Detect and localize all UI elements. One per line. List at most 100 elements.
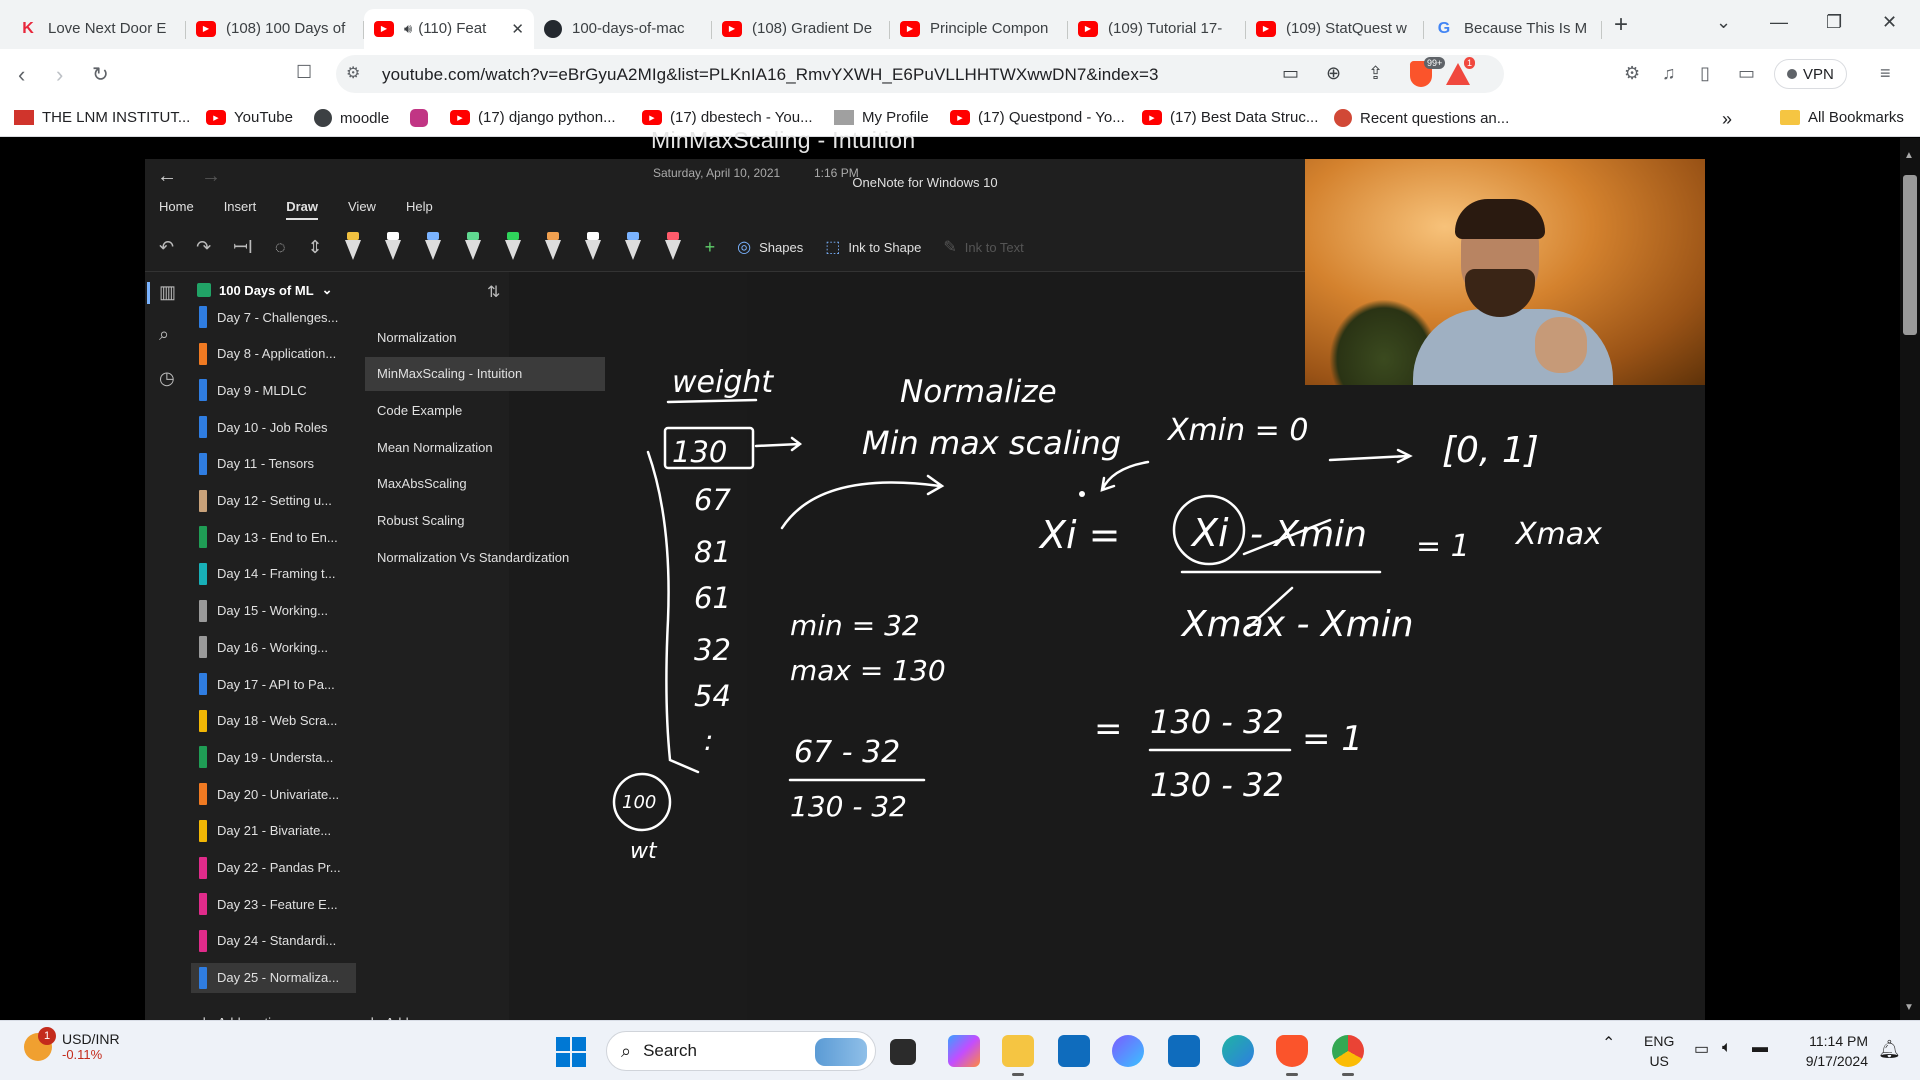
bookmark-icon[interactable]: ☐ (296, 62, 312, 83)
pen-tool-icon[interactable] (624, 232, 641, 262)
lasso-select-icon[interactable]: ◌ (275, 237, 286, 258)
page-item[interactable]: Mean Normalization (365, 430, 605, 464)
ribbon-tab-insert[interactable]: Insert (224, 199, 257, 220)
section-item[interactable]: Day 15 - Working... (191, 596, 356, 626)
browser-tab[interactable]: ▶ (109) Tutorial 17- (1068, 9, 1246, 49)
section-item[interactable]: Day 21 - Bivariate... (191, 816, 356, 846)
ribbon-tab-home[interactable]: Home (159, 199, 194, 220)
all-bookmarks-button[interactable]: All Bookmarks (1780, 109, 1904, 126)
section-item[interactable]: Day 16 - Working... (191, 632, 356, 662)
bookmark-item[interactable]: My Profile (834, 109, 929, 126)
volume-icon[interactable]: 🔈︎ (1722, 1039, 1732, 1057)
file-explorer-icon[interactable] (1002, 1035, 1034, 1076)
redo-icon[interactable]: ↷ (196, 237, 211, 258)
pen-tool-icon[interactable] (344, 232, 361, 262)
ink-to-shape-button[interactable]: ⬚ Ink to Shape (825, 237, 921, 257)
pen-tool-icon[interactable] (384, 232, 401, 262)
outlook-icon[interactable] (1168, 1035, 1200, 1067)
pen-tool-icon[interactable] (544, 232, 561, 262)
address-bar[interactable]: ⚙ youtube.com/watch?v=eBrGyuA2MIg&list=P… (336, 55, 1504, 93)
recent-icon[interactable]: ◷ (159, 368, 175, 389)
browser-tab[interactable]: 100-days-of-mac (534, 9, 712, 49)
bookmark-item[interactable]: THE LNM INSTITUT... (14, 109, 190, 126)
section-item[interactable]: Day 9 - MLDLC (191, 375, 356, 405)
bookmark-item[interactable] (410, 109, 436, 127)
notification-bell-icon[interactable]: 🔔︎ (1878, 1039, 1901, 1060)
chrome-icon[interactable] (1332, 1035, 1364, 1076)
page-item[interactable]: Code Example (365, 393, 605, 427)
new-tab-button[interactable]: + (1614, 11, 1642, 39)
taskbar-search[interactable]: ⌕ Search (606, 1031, 876, 1071)
restore-button[interactable]: ❐ (1826, 12, 1842, 33)
ribbon-tab-draw[interactable]: Draw (286, 199, 318, 220)
tray-overflow-chevron-icon[interactable]: ⌃ (1602, 1033, 1615, 1053)
section-item[interactable]: Day 24 - Standardi... (191, 926, 356, 956)
bookmark-item[interactable]: ▶ YouTube (206, 109, 293, 126)
address-url[interactable]: youtube.com/watch?v=eBrGyuA2MIg&list=PLK… (382, 65, 1159, 85)
more-bookmarks-chevron-icon[interactable]: » (1722, 109, 1732, 130)
undo-icon[interactable]: ↶ (159, 237, 174, 258)
bookmark-item[interactable]: ▶ (17) django python... (450, 109, 616, 126)
task-view-icon[interactable] (890, 1039, 916, 1065)
section-item[interactable]: Day 19 - Understa... (191, 742, 356, 772)
minimize-button[interactable]: — (1770, 12, 1788, 33)
page-item[interactable]: Normalization (365, 320, 605, 354)
section-item[interactable]: Day 11 - Tensors (191, 449, 356, 479)
section-item[interactable]: Day 13 - End to En... (191, 522, 356, 552)
pen-tool-icon[interactable] (504, 232, 521, 262)
section-item[interactable]: Day 14 - Framing t... (191, 559, 356, 589)
scrollbar-thumb[interactable] (1903, 175, 1917, 335)
section-item[interactable]: Day 22 - Pandas Pr... (191, 853, 356, 883)
language-indicator[interactable]: ENG US (1644, 1031, 1674, 1071)
shapes-button[interactable]: ◎ Shapes (737, 237, 803, 257)
sidebar-icon[interactable]: ▯ (1700, 63, 1710, 84)
bookmark-item[interactable]: Recent questions an... (1334, 109, 1509, 127)
browser-tab[interactable]: ▶ (108) Gradient De (712, 9, 890, 49)
browser-tab[interactable]: ▶ (108) 100 Days of (186, 9, 364, 49)
page-item[interactable]: MaxAbsScaling (365, 467, 605, 501)
browser-tab[interactable]: ▶ 🔊︎ (110) Feat ✕ (364, 8, 534, 49)
ink-select-icon[interactable]: ꟷI (233, 235, 253, 259)
zoom-icon[interactable]: ⊕ (1326, 63, 1341, 84)
forward-icon[interactable]: › (56, 62, 63, 88)
brave-icon[interactable] (1276, 1035, 1308, 1076)
share-icon[interactable]: ⇪ (1368, 63, 1383, 84)
back-icon[interactable]: ‹ (18, 62, 25, 88)
wallet-icon[interactable]: ▭ (1738, 63, 1755, 84)
add-space-icon[interactable]: ⇕ (308, 237, 323, 258)
cast-icon[interactable]: ▭ (1282, 63, 1299, 84)
close-tab-icon[interactable]: ✕ (511, 20, 524, 38)
notebook-selector[interactable]: 100 Days of ML ⌄ (197, 282, 333, 298)
battery-icon[interactable]: ▬ (1752, 1039, 1768, 1057)
browser-tab[interactable]: G Because This Is M (1424, 9, 1602, 49)
section-item[interactable]: Day 7 - Challenges... (191, 302, 356, 332)
app-icon[interactable] (1112, 1035, 1144, 1067)
extensions-icon[interactable]: ⚙ (1624, 63, 1640, 84)
scroll-up-arrow-icon[interactable]: ▲ (1904, 150, 1914, 161)
page-item[interactable]: MinMaxScaling - Intuition (365, 356, 605, 391)
section-item[interactable]: Day 20 - Univariate... (191, 779, 356, 809)
browser-tab[interactable]: K Love Next Door E (8, 9, 186, 49)
section-item[interactable]: Day 17 - API to Pa... (191, 669, 356, 699)
add-pen-icon[interactable]: + (705, 237, 716, 258)
site-info-icon[interactable]: ⚙ (346, 63, 360, 83)
ink-to-text-button[interactable]: ✎ Ink to Text (943, 237, 1023, 257)
edge-icon[interactable] (1222, 1035, 1254, 1067)
browser-tab[interactable]: ▶ (109) StatQuest w (1246, 9, 1424, 49)
bookmark-item[interactable]: ▶ (17) Questpond - Yo... (950, 109, 1125, 126)
system-clock[interactable]: 11:14 PM 9/17/2024 (1792, 1031, 1868, 1071)
start-button[interactable] (556, 1037, 586, 1067)
bookmark-item[interactable]: ▶ (17) dbestech - You... (642, 109, 813, 126)
ribbon-tab-help[interactable]: Help (406, 199, 433, 220)
section-item[interactable]: Day 12 - Setting u... (191, 486, 356, 516)
network-icon[interactable]: ▭ (1694, 1039, 1709, 1059)
menu-icon[interactable]: ≡ (1880, 63, 1891, 84)
sort-icon[interactable]: ⇅ (487, 282, 500, 302)
close-window-button[interactable]: ✕ (1882, 12, 1897, 33)
pen-tool-icon[interactable] (584, 232, 601, 262)
pen-tool-icon[interactable] (424, 232, 441, 262)
section-item[interactable]: Day 18 - Web Scra... (191, 706, 356, 736)
ribbon-tab-view[interactable]: View (348, 199, 376, 220)
tab-search-chevron-icon[interactable]: ⌄ (1716, 12, 1731, 33)
media-icon[interactable]: ♫ (1662, 63, 1676, 84)
